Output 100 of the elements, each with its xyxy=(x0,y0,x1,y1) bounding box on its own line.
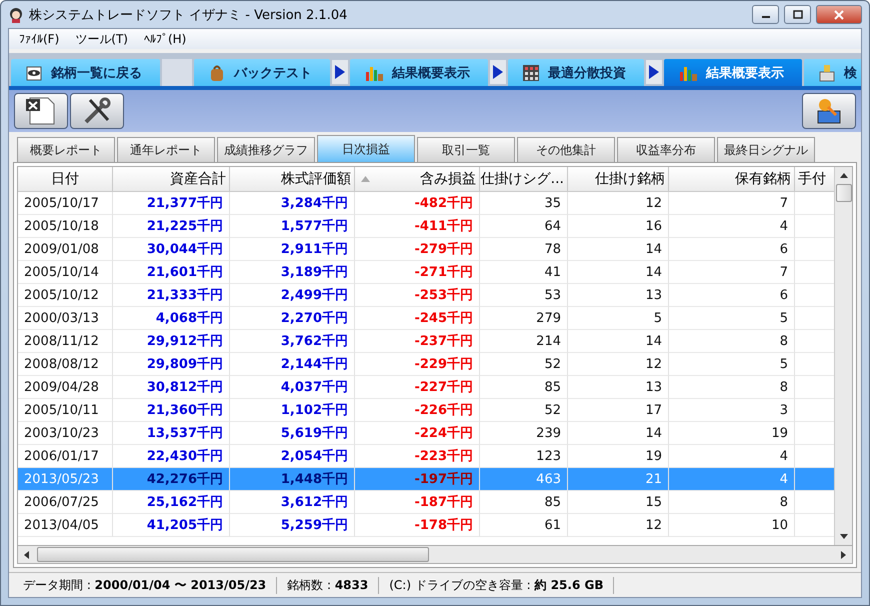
table-cell: 3 xyxy=(669,399,795,422)
table-cell: 2013/05/23 xyxy=(18,468,113,491)
calculator-icon xyxy=(522,64,540,82)
table-cell: 53 xyxy=(480,284,568,307)
table-cell: 17 xyxy=(568,399,669,422)
box-icon xyxy=(818,64,836,82)
table-cell: 6 xyxy=(669,284,795,307)
table-cell: -482千円 xyxy=(355,192,480,215)
table-cell: -411千円 xyxy=(355,215,480,238)
table-cell: 6 xyxy=(669,238,795,261)
close-button[interactable] xyxy=(816,5,862,24)
table-cell: 7 xyxy=(669,261,795,284)
csv-export-button[interactable] xyxy=(14,93,68,129)
app-icon xyxy=(8,6,24,22)
scroll-thumb[interactable] xyxy=(37,547,429,562)
close-icon xyxy=(834,10,844,20)
table-cell: 21,377千円 xyxy=(113,192,230,215)
table-cell: -229千円 xyxy=(355,353,480,376)
report-tab[interactable]: 成績推移グラフ xyxy=(217,137,315,162)
table-cell: 42,276千円 xyxy=(113,468,230,491)
table-cell: 4 xyxy=(669,468,795,491)
table-cell: 52 xyxy=(480,399,568,422)
table-cell: 21,333千円 xyxy=(113,284,230,307)
table-cell: 2009/01/08 xyxy=(18,238,113,261)
tools-button[interactable] xyxy=(70,93,124,129)
report-tab[interactable]: 通年レポート xyxy=(117,137,215,162)
nav-tab[interactable]: バックテスト xyxy=(194,59,330,86)
table-cell: 1,102千円 xyxy=(230,399,355,422)
table-cell: 3,284千円 xyxy=(230,192,355,215)
table-cell: 30,812千円 xyxy=(113,376,230,399)
table-cell: 19 xyxy=(669,422,795,445)
table-cell: 8 xyxy=(669,491,795,514)
nav-tab[interactable]: 検 xyxy=(804,59,861,86)
table-cell: -178千円 xyxy=(355,514,480,537)
table-cell: -187千円 xyxy=(355,491,480,514)
wrench-icon xyxy=(82,96,112,126)
maximize-button[interactable] xyxy=(784,5,811,24)
table-cell: 85 xyxy=(480,491,568,514)
menu-item[interactable]: ツール(T) xyxy=(69,30,134,48)
table-cell: 13,537千円 xyxy=(113,422,230,445)
column-header[interactable]: 株式評価額 xyxy=(230,167,355,192)
sort-icon xyxy=(361,176,370,182)
status-text: (C:) ドライブの空き容量 : 約 25.6 GB xyxy=(379,576,614,594)
table-cell: 12 xyxy=(568,353,669,376)
column-header[interactable]: 仕掛け銘柄 xyxy=(568,167,669,192)
table-cell: 3,189千円 xyxy=(230,261,355,284)
minimize-button[interactable] xyxy=(752,5,779,24)
table-cell: 29,912千円 xyxy=(113,330,230,353)
table-cell: 13 xyxy=(568,376,669,399)
nav-tab[interactable]: 結果概要表示 xyxy=(350,59,488,86)
menu-item[interactable]: ﾌｧｲﾙ(F) xyxy=(13,32,66,46)
table-cell: 78 xyxy=(480,238,568,261)
table-cell: 3,762千円 xyxy=(230,330,355,353)
table-cell: 5 xyxy=(669,353,795,376)
table-cell: 30,044千円 xyxy=(113,238,230,261)
nav-tab[interactable]: 最適分散投資 xyxy=(508,59,644,86)
nav-tab[interactable]: 結果概要表示 xyxy=(664,59,802,86)
table-cell: 2005/10/14 xyxy=(18,261,113,284)
table-cell: 41 xyxy=(480,261,568,284)
table-cell: 7 xyxy=(669,192,795,215)
table-cell: 5 xyxy=(669,307,795,330)
column-header[interactable]: 仕掛けシグ... xyxy=(480,167,568,192)
table-cell: 1,577千円 xyxy=(230,215,355,238)
table-cell: 2005/10/12 xyxy=(18,284,113,307)
table-cell: -197千円 xyxy=(355,468,480,491)
menu-item[interactable]: ﾍﾙﾌﾟ(H) xyxy=(138,32,192,46)
column-header[interactable]: 日付 xyxy=(18,167,113,192)
table-cell: 2009/04/28 xyxy=(18,376,113,399)
table-cell: -226千円 xyxy=(355,399,480,422)
table-cell: -279千円 xyxy=(355,238,480,261)
table-cell: 64 xyxy=(480,215,568,238)
report-tab[interactable]: 概要レポート xyxy=(17,137,115,162)
report-tab[interactable]: 最終日シグナル xyxy=(717,137,815,162)
report-tab[interactable]: 収益率分布 xyxy=(617,137,715,162)
column-header[interactable]: 資産合計 xyxy=(113,167,230,192)
window-title: 株システムトレードソフト イザナミ - Version 2.1.04 xyxy=(29,6,348,24)
table-cell: 14 xyxy=(568,330,669,353)
table-cell: 2,270千円 xyxy=(230,307,355,330)
table-cell: 29,809千円 xyxy=(113,353,230,376)
table-cell: 3,612千円 xyxy=(230,491,355,514)
nav-tab[interactable]: 銘柄一覧に戻る xyxy=(11,59,160,86)
money-box-button[interactable] xyxy=(802,93,856,129)
report-tab[interactable]: その他集計 xyxy=(517,137,615,162)
column-header[interactable]: 含み損益 xyxy=(355,167,480,192)
column-header[interactable]: 保有銘柄 xyxy=(669,167,795,192)
table-cell: 2008/11/12 xyxy=(18,330,113,353)
table-cell: -224千円 xyxy=(355,422,480,445)
table-cell: 5,619千円 xyxy=(230,422,355,445)
table-cell: 463 xyxy=(480,468,568,491)
table-cell: 21,360千円 xyxy=(113,399,230,422)
status-text: 銘柄数 : 4833 xyxy=(277,576,380,594)
table-cell: 279 xyxy=(480,307,568,330)
eye-icon xyxy=(25,64,43,82)
table-cell: -271千円 xyxy=(355,261,480,284)
report-tab[interactable]: 取引一覧 xyxy=(417,137,515,162)
report-tab[interactable]: 日次損益 xyxy=(317,135,415,162)
table-cell: 2,911千円 xyxy=(230,238,355,261)
scroll-thumb[interactable] xyxy=(836,184,852,202)
table-cell: 2000/03/13 xyxy=(18,307,113,330)
table-cell: 16 xyxy=(568,215,669,238)
